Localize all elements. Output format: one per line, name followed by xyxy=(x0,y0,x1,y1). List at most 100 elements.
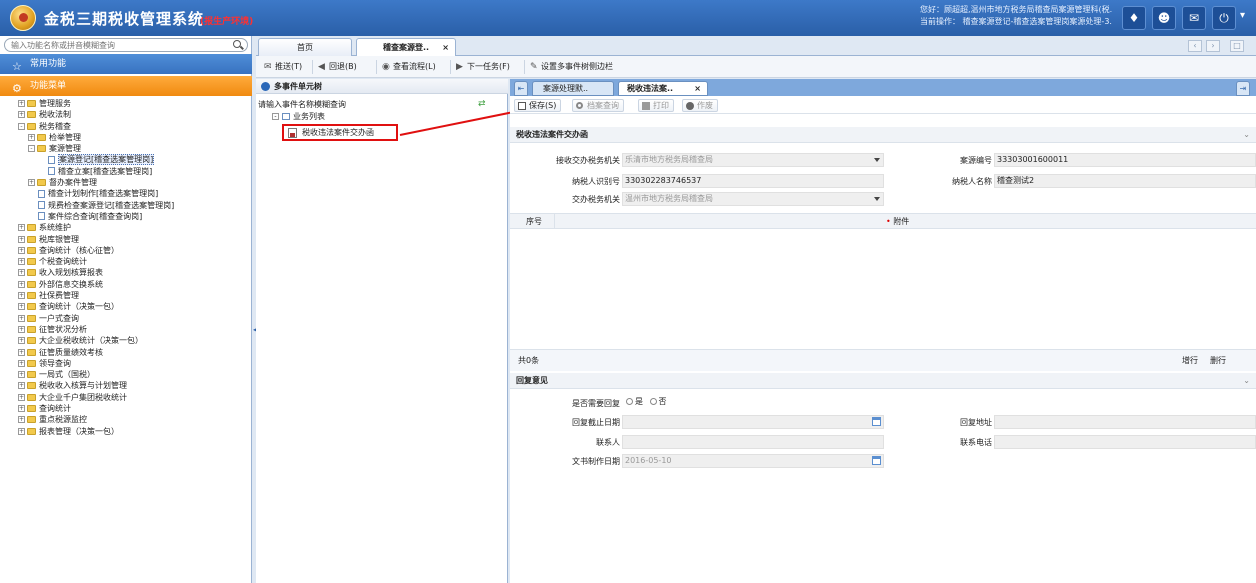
expand-toggle-icon[interactable]: + xyxy=(18,325,25,333)
collapse-toggle-icon[interactable]: - xyxy=(18,122,25,130)
contact-field[interactable] xyxy=(622,435,884,449)
menu-tree-item[interactable]: + 征管状况分析 xyxy=(0,324,252,335)
search-icon[interactable] xyxy=(233,40,241,48)
menu-tree-item[interactable]: + 收入规划核算报表 xyxy=(0,267,252,278)
chevron-down-icon[interactable] xyxy=(874,197,880,201)
view-flow-button[interactable]: ◉ 查看流程(L) xyxy=(382,60,436,74)
save-button[interactable]: 保存(S) xyxy=(514,99,562,112)
back-button[interactable]: ◀ 回退(B) xyxy=(318,60,357,74)
menu-tree-item[interactable]: + 税收法制 xyxy=(0,109,252,120)
assign-org-select[interactable]: 温州市地方税务局稽查局 xyxy=(622,192,884,206)
expand-toggle-icon[interactable]: + xyxy=(18,258,25,266)
power-icon[interactable]: ⏻ xyxy=(1212,6,1236,30)
chevron-left-icon[interactable]: ‹ xyxy=(1188,40,1202,52)
notification-bell-icon[interactable]: ♦ xyxy=(1122,6,1146,30)
case-no-field[interactable]: 33303001600011 xyxy=(994,153,1256,167)
tab-case-registration[interactable]: 稽查案源登.. × xyxy=(356,38,456,56)
menu-tree-item[interactable]: 规费检查案源登记[稽查选案管理岗] xyxy=(0,200,252,211)
expand-toggle-icon[interactable]: + xyxy=(18,235,25,243)
expand-toggle-icon[interactable]: + xyxy=(18,427,25,435)
dropdown-chevron-icon[interactable]: ▾ xyxy=(1240,10,1245,21)
expand-toggle-icon[interactable]: + xyxy=(18,292,25,300)
menu-tree-item[interactable]: + 重点税源监控 xyxy=(0,414,252,425)
expand-toggle-icon[interactable]: + xyxy=(18,416,25,424)
expand-toggle-icon[interactable]: + xyxy=(18,100,25,107)
menu-tree-item[interactable]: 稽查立案[稽查选案管理岗] xyxy=(0,166,252,177)
tab-scroll-right-icon[interactable]: ⇥ xyxy=(1236,81,1250,96)
tab-tax-violation[interactable]: 税收违法案.. × xyxy=(618,81,708,96)
chevron-right-icon[interactable]: › xyxy=(1206,40,1220,52)
users-icon[interactable]: ☻ xyxy=(1152,6,1176,30)
tab-case-processing[interactable]: 案源处理默.. xyxy=(532,81,614,96)
menu-tree-item[interactable]: + 查询统计（决策一包） xyxy=(0,301,252,312)
tab-scroll-left-icon[interactable]: ⇤ xyxy=(514,81,528,96)
doc-date-field[interactable]: 2016-05-10 xyxy=(622,454,884,468)
expand-toggle-icon[interactable]: + xyxy=(18,224,25,232)
menu-tree-item[interactable]: + 征管质量绩效考核 xyxy=(0,347,252,358)
reply-deadline-field[interactable] xyxy=(622,415,884,429)
calendar-icon[interactable] xyxy=(872,456,881,465)
menu-tree-item[interactable]: + 一户式查询 xyxy=(0,313,252,324)
menu-tree-item[interactable]: + 大企业税收统计（决策一包） xyxy=(0,335,252,346)
archive-query-button[interactable]: 档案查询 xyxy=(572,99,624,112)
chevron-down-icon[interactable]: ⌄ xyxy=(1243,127,1250,143)
delete-row-button[interactable]: 删行 xyxy=(1210,350,1226,372)
event-search-prompt[interactable]: 请输入事件名称模糊查询 xyxy=(258,99,346,110)
maximize-icon[interactable]: □ xyxy=(1230,40,1244,52)
event-item-tax-violation-letter[interactable]: 税收违法案件交办函 xyxy=(282,124,398,141)
menu-tree-item[interactable]: + 领导查询 xyxy=(0,358,252,369)
radio-yes[interactable] xyxy=(626,398,633,405)
close-icon[interactable]: × xyxy=(694,82,701,96)
chevron-down-icon[interactable]: ⌄ xyxy=(1243,373,1250,389)
expand-toggle-icon[interactable]: + xyxy=(18,348,25,356)
menu-tree-item[interactable]: 稽查计划制作[稽查选案管理岗] xyxy=(0,188,252,199)
menu-tree-item[interactable]: + 查询统计（核心征管） xyxy=(0,245,252,256)
expand-toggle-icon[interactable]: + xyxy=(28,133,35,141)
menu-search-input[interactable] xyxy=(11,39,223,51)
expand-toggle-icon[interactable]: + xyxy=(18,337,25,345)
calendar-icon[interactable] xyxy=(872,417,881,426)
menu-tree-item[interactable]: + 查询统计 xyxy=(0,403,252,414)
expand-toggle-icon[interactable]: + xyxy=(18,269,25,277)
expand-toggle-icon[interactable]: + xyxy=(18,359,25,367)
phone-field[interactable] xyxy=(994,435,1256,449)
refresh-icon[interactable]: ⇄ xyxy=(478,99,486,109)
push-button[interactable]: ✉ 推送(T) xyxy=(264,60,302,74)
menu-tree-item[interactable]: + 个税查询统计 xyxy=(0,256,252,267)
common-functions-header[interactable]: ☆ 常用功能 xyxy=(0,54,252,74)
menu-tree-item[interactable]: - 税务稽查 xyxy=(0,121,252,132)
collapse-toggle-icon[interactable]: - xyxy=(272,113,279,120)
menu-tree-item[interactable]: + 社保费管理 xyxy=(0,290,252,301)
chevron-down-icon[interactable] xyxy=(874,158,880,162)
taxpayer-name-field[interactable]: 稽查测试2 xyxy=(994,174,1256,188)
menu-tree-item[interactable]: - 案源管理 xyxy=(0,143,252,154)
chat-icon[interactable]: ✉ xyxy=(1182,6,1206,30)
menu-tree-item[interactable]: + 检举管理 xyxy=(0,132,252,143)
expand-toggle-icon[interactable]: + xyxy=(18,314,25,322)
menu-tree-item[interactable]: + 大企业千户集团税收统计 xyxy=(0,392,252,403)
menu-tree-item[interactable]: + 系统维护 xyxy=(0,222,252,233)
radio-no[interactable] xyxy=(649,398,657,405)
print-button[interactable]: 打印 xyxy=(638,99,674,112)
menu-tree-item[interactable]: + 督办案件管理 xyxy=(0,177,252,188)
expand-toggle-icon[interactable]: + xyxy=(28,179,35,187)
expand-toggle-icon[interactable]: + xyxy=(18,371,25,379)
menu-tree-item[interactable]: 案件综合查询[稽查查询岗] xyxy=(0,211,252,222)
menu-tree-item[interactable]: 案源登记[稽查选案管理岗] xyxy=(0,154,252,166)
close-icon[interactable]: × xyxy=(442,39,449,56)
add-row-button[interactable]: 增行 xyxy=(1182,350,1198,372)
reply-address-field[interactable] xyxy=(994,415,1256,429)
collapse-toggle-icon[interactable]: - xyxy=(28,145,35,153)
expand-toggle-icon[interactable]: + xyxy=(18,382,25,390)
void-button[interactable]: 作废 xyxy=(682,99,718,112)
menu-tree-item[interactable]: + 外部信息交换系统 xyxy=(0,279,252,290)
expand-toggle-icon[interactable]: + xyxy=(18,280,25,288)
menu-tree-item[interactable]: + 一局式（国税） xyxy=(0,369,252,380)
section-header-doc[interactable]: 税收违法案件交办函 ⌄ xyxy=(510,127,1256,143)
expand-toggle-icon[interactable]: + xyxy=(18,111,25,119)
tab-home[interactable]: 首页 xyxy=(258,38,352,56)
menu-tree-item[interactable]: + 税库银管理 xyxy=(0,234,252,245)
recv-org-select[interactable]: 乐清市地方税务局稽查局 xyxy=(622,153,884,167)
set-sidebar-button[interactable]: ✎ 设置多事件树侧边栏 xyxy=(530,60,613,74)
business-list-node[interactable]: - 业务列表 xyxy=(272,111,325,122)
